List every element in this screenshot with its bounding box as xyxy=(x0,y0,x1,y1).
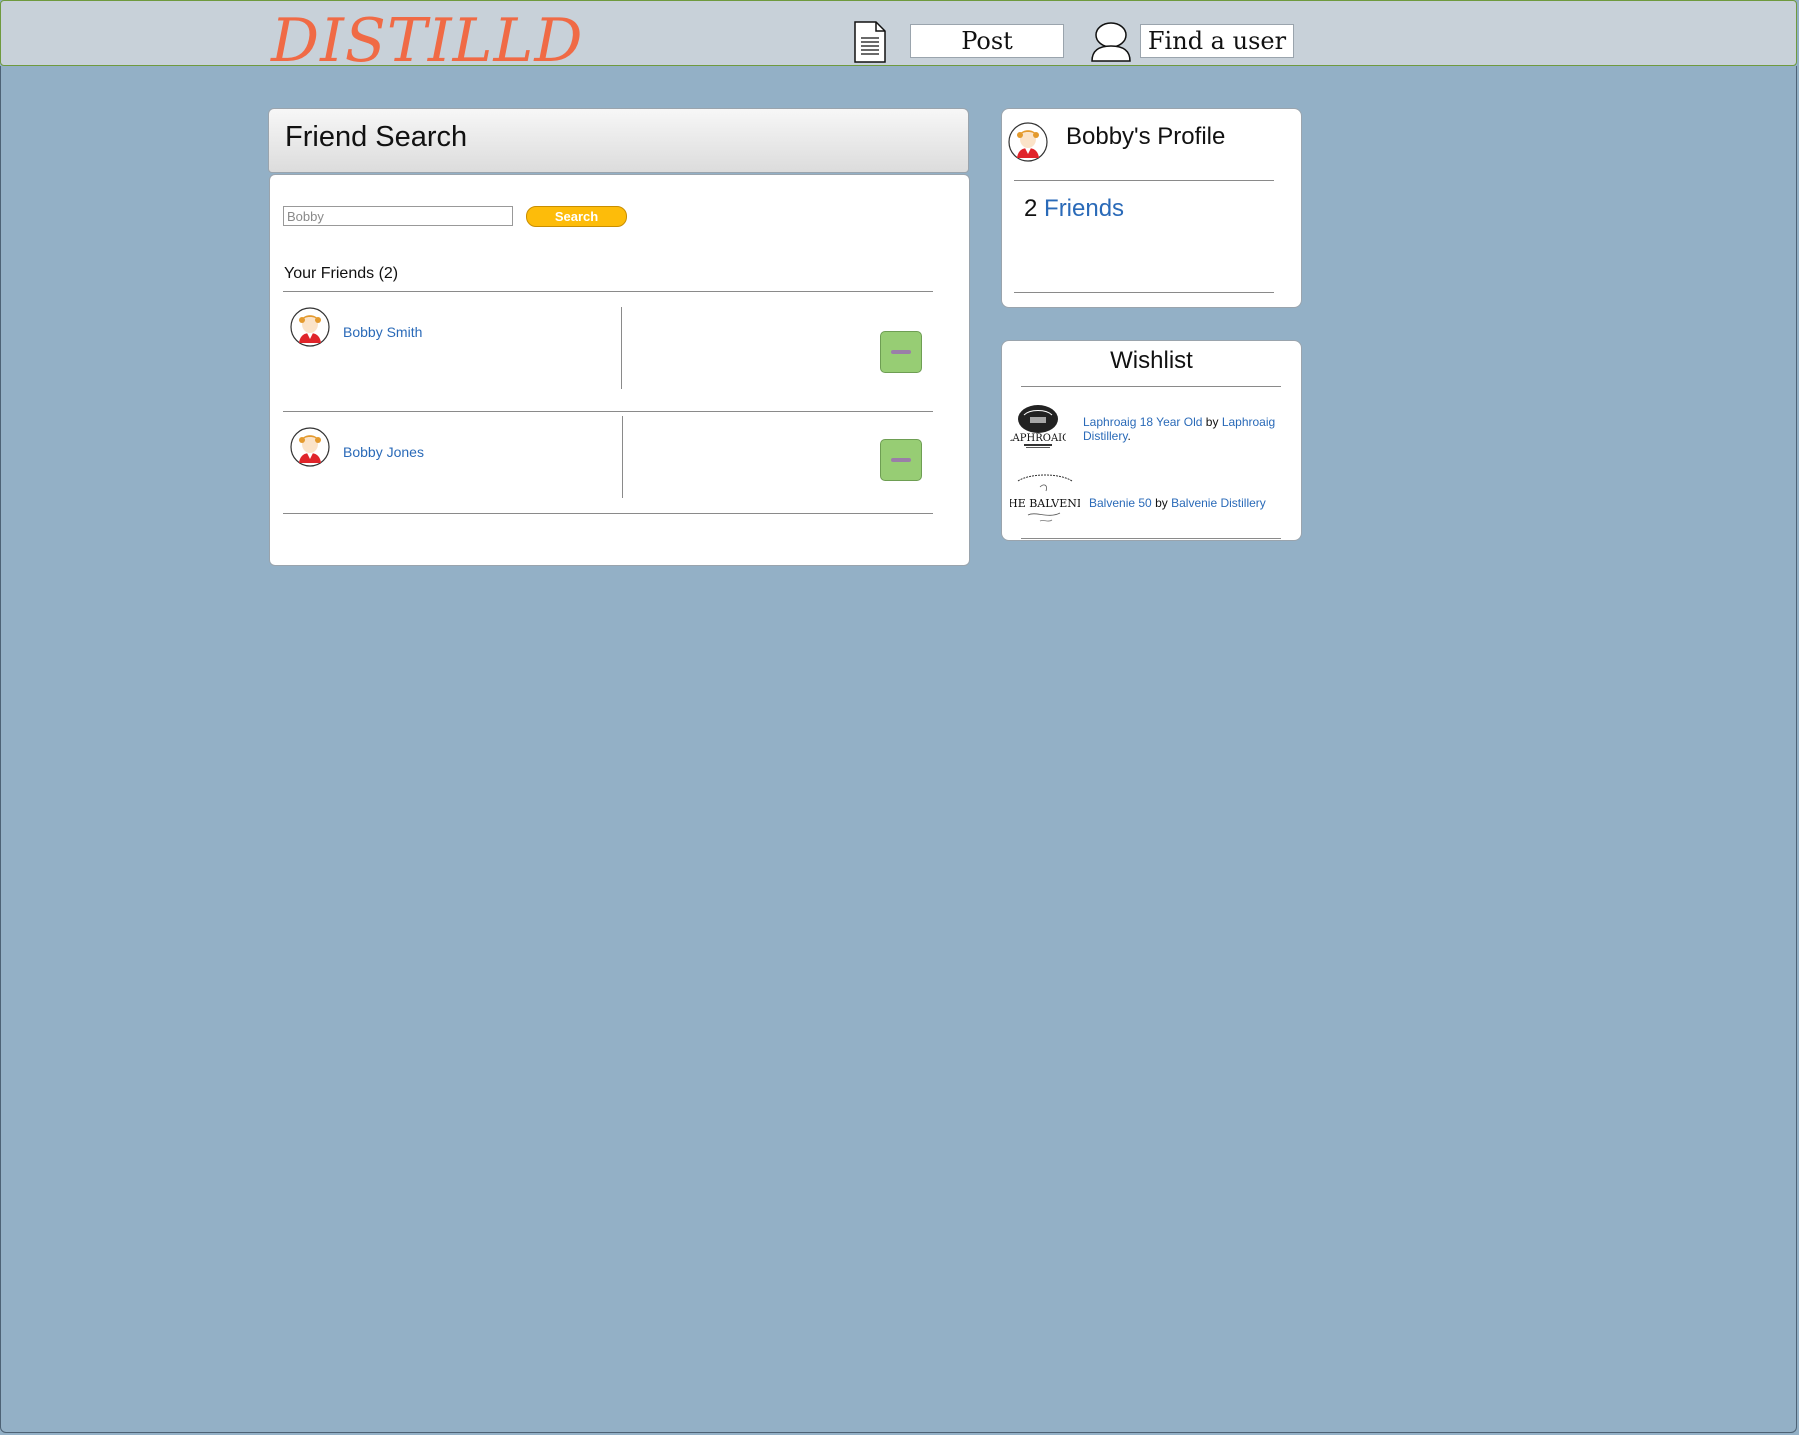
site-logo[interactable]: DISTILLD xyxy=(271,7,583,75)
divider xyxy=(1014,292,1274,293)
laphroaig-logo-text: LAPHROAIG xyxy=(1010,433,1066,444)
divider xyxy=(283,411,933,412)
by-text: by xyxy=(1205,415,1219,429)
friends-list-header: Your Friends (2) xyxy=(284,265,399,282)
distillery-link[interactable]: Balvenie Distillery xyxy=(1171,496,1266,510)
top-bar: DISTILLD Post Find a user xyxy=(0,0,1797,75)
user-icon[interactable] xyxy=(1089,21,1133,63)
wishlist-item: Laphroaig 18 Year Old by Laphroaig Disti… xyxy=(1083,415,1293,443)
product-link[interactable]: Balvenie 50 xyxy=(1089,496,1152,510)
by-text: by xyxy=(1155,496,1168,510)
divider xyxy=(283,291,933,292)
divider xyxy=(1021,538,1281,539)
avatar-icon xyxy=(290,307,330,347)
post-button[interactable]: Post xyxy=(910,24,1064,58)
page-title: Friend Search xyxy=(285,121,468,153)
find-user-button[interactable]: Find a user xyxy=(1140,24,1294,58)
remove-friend-button[interactable] xyxy=(880,331,922,373)
friend-count-value: 2 xyxy=(1024,195,1038,222)
punctuation: . xyxy=(1127,429,1131,443)
wishlist-item: Balvenie 50 by Balvenie Distillery xyxy=(1089,496,1294,510)
friends-link[interactable]: Friends xyxy=(1044,195,1124,222)
wishlist-card: Wishlist LAPHROAIG Laphroaig 18 Year Old… xyxy=(1001,340,1302,541)
friend-search-panel: Search Your Friends (2) Bobby Smith Bo xyxy=(269,174,970,566)
product-link[interactable]: Laphroaig 18 Year Old xyxy=(1083,415,1202,429)
friend-count: 2 Friends xyxy=(1024,195,1124,223)
balvenie-logo: THE BALVENIE xyxy=(1010,474,1080,522)
divider xyxy=(1021,386,1281,387)
balvenie-logo-text: THE BALVENIE xyxy=(1010,497,1080,510)
laphroaig-logo: LAPHROAIG xyxy=(1010,405,1066,448)
divider xyxy=(622,416,623,498)
avatar-icon xyxy=(290,427,330,467)
friend-name-link[interactable]: Bobby Jones xyxy=(343,444,424,460)
search-button[interactable]: Search xyxy=(526,206,627,227)
document-icon[interactable] xyxy=(854,21,886,63)
search-input[interactable] xyxy=(283,206,513,226)
friend-name-link[interactable]: Bobby Smith xyxy=(343,324,422,340)
remove-friend-button[interactable] xyxy=(880,439,922,481)
divider xyxy=(283,513,933,514)
divider xyxy=(621,307,622,389)
divider xyxy=(1014,180,1274,181)
avatar-icon[interactable] xyxy=(1008,122,1048,162)
friend-search-header: Friend Search xyxy=(268,108,969,173)
profile-title: Bobby's Profile xyxy=(1066,123,1226,150)
profile-card: Bobby's Profile 2 Friends xyxy=(1001,108,1302,308)
wishlist-title: Wishlist xyxy=(1110,347,1193,374)
